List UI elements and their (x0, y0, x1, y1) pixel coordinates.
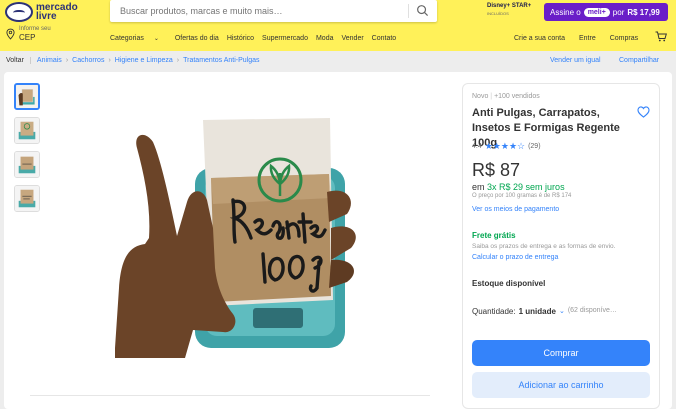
purchases-link[interactable]: Compras (610, 35, 638, 42)
condition-sold: Novo | +100 vendidos (472, 93, 540, 100)
disney-sub: INCLUÍDOS (487, 11, 509, 16)
review-count: (29) (528, 143, 541, 150)
nav-item-contato[interactable]: Contato (372, 35, 397, 42)
thumbnail-image[interactable] (14, 83, 40, 110)
location-pin-icon (6, 28, 15, 40)
rating[interactable]: 4.4 ★★★★☆ (29) (472, 141, 541, 152)
thumbnail-image[interactable] (14, 117, 40, 144)
breadcrumb-item[interactable]: Higiene e Limpeza (115, 57, 173, 64)
quantity-value: 1 unidade (518, 307, 556, 316)
sold-count: +100 vendidos (494, 93, 540, 100)
search-input[interactable] (110, 0, 400, 22)
breadcrumb: Voltar Animais › Cachorros › Higiene e L… (6, 57, 260, 64)
price: R$ 87 (472, 160, 521, 180)
stock-status: Estoque disponível (472, 279, 546, 288)
create-account-link[interactable]: Crie a sua conta (514, 35, 565, 42)
search-divider (408, 4, 409, 18)
add-to-cart-button[interactable]: Adicionar ao carrinho (472, 372, 650, 398)
logo-text-line2: livre (36, 11, 57, 22)
cep-label: Informe seu (19, 26, 51, 32)
quantity-available: (62 disponíve… (567, 307, 617, 314)
nav-item-supermercado[interactable]: Supermercado (262, 35, 308, 42)
main-nav: Categorias ⌄ Ofertas do dia Histórico Su… (110, 35, 404, 42)
breadcrumb-item[interactable]: Tratamentos Anti-Pulgas (183, 57, 259, 64)
breadcrumb-item[interactable]: Animais (37, 57, 62, 64)
star-rating-icon: ★★★★☆ (484, 141, 526, 151)
calculate-shipping-link[interactable]: Calcular o prazo de entrega (472, 254, 558, 261)
nav-item-historico[interactable]: Histórico (227, 35, 254, 42)
login-link[interactable]: Entre (579, 35, 596, 42)
quantity-label: Quantidade: (472, 307, 516, 316)
chevron-down-icon: ⌄ (558, 308, 565, 315)
thumbnail-image[interactable] (14, 185, 40, 212)
installments-value: 3x R$ 29 sem juros (487, 182, 565, 192)
meli-plus-pill: meli+ (583, 7, 610, 17)
breadcrumb-separator: › (108, 57, 111, 64)
payment-methods-link[interactable]: Ver os meios de pagamento (472, 206, 559, 213)
disney-title: Disney+ STAR+ (487, 3, 532, 9)
cep-value: CEP (19, 33, 36, 42)
breadcrumb-item[interactable]: Cachorros (72, 57, 104, 64)
cep-selector[interactable]: Informe seu CEP (6, 26, 86, 46)
handshake-logo-icon (5, 2, 33, 22)
installments-prefix: em (472, 182, 485, 192)
disney-star-badge[interactable]: Disney+ STAR+ INCLUÍDOS (487, 3, 539, 21)
share-link[interactable]: Compartilhar (619, 57, 659, 64)
nav-item-ofertas[interactable]: Ofertas do dia (175, 35, 219, 42)
shipping-description: Saiba os prazos de entrega e as formas d… (472, 243, 616, 250)
free-shipping: Frete grátis (472, 231, 516, 240)
promo-per: por (612, 7, 625, 17)
unit-price: O preço por 100 gramas é de R$ 174 (472, 193, 572, 199)
chevron-down-icon: ⌄ (153, 36, 159, 42)
header: mercado livre Disney+ STAR+ INCLUÍDOS As… (0, 0, 676, 51)
breadcrumb-separator: › (176, 57, 180, 64)
promo-label: Assine o (550, 7, 581, 17)
promo-price: R$ 17,99 (627, 7, 660, 17)
product-main-image[interactable] (115, 118, 375, 358)
nav-item-moda[interactable]: Moda (316, 35, 334, 42)
condition-label: Novo (472, 93, 489, 100)
section-divider (30, 395, 430, 396)
nav-item-categorias[interactable]: Categorias ⌄ (110, 35, 167, 42)
meli-plus-promo[interactable]: Assine o meli+ por R$ 17,99 (544, 3, 668, 21)
back-link[interactable]: Voltar (6, 57, 31, 64)
thumbnail-image[interactable] (14, 151, 40, 178)
cart-icon[interactable] (655, 31, 667, 42)
rating-value: 4.4 (472, 143, 482, 150)
nav-item-vender[interactable]: Vender (341, 35, 363, 42)
sell-similar-link[interactable]: Vender um igual (550, 57, 601, 64)
search-box (110, 0, 437, 22)
search-icon[interactable] (416, 4, 429, 17)
heart-icon[interactable] (637, 106, 650, 118)
buy-button[interactable]: Comprar (472, 340, 650, 366)
installments: em 3x R$ 29 sem juros (472, 182, 565, 192)
breadcrumb-separator: › (65, 57, 69, 64)
mercado-livre-logo[interactable]: mercado livre (5, 1, 87, 23)
user-nav: Crie a sua conta Entre Compras (514, 35, 652, 42)
quantity-selector[interactable]: Quantidade: 1 unidade ⌄ (62 disponíve… (472, 307, 617, 316)
